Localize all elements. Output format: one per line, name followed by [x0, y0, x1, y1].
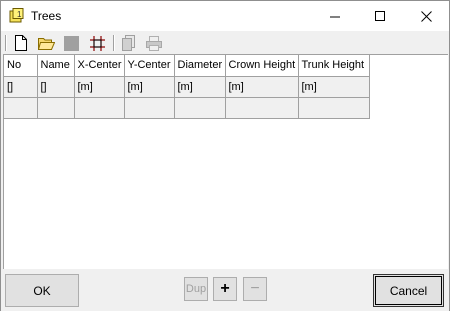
column-header-trunk-height[interactable]: Trunk Height — [298, 55, 370, 77]
trees-dialog: 1 Trees No Name X-Center Y-Center Diamet… — [0, 0, 450, 311]
app-icon: 1 — [9, 8, 24, 23]
minimize-button[interactable] — [313, 1, 358, 31]
trees-grid[interactable]: No Name X-Center Y-Center Diameter Crown… — [3, 54, 448, 270]
window-title: Trees — [31, 9, 62, 23]
grid-cell[interactable] — [225, 97, 299, 119]
save-button[interactable] — [61, 34, 81, 52]
cancel-button[interactable]: Cancel — [373, 274, 444, 307]
maximize-icon — [375, 10, 385, 21]
grid-button[interactable] — [87, 34, 107, 52]
column-header-diameter[interactable]: Diameter — [174, 55, 226, 77]
column-header-x-center[interactable]: X-Center — [74, 55, 125, 77]
grid-cell[interactable] — [74, 97, 125, 119]
close-button[interactable] — [404, 1, 449, 31]
column-header-crown-height[interactable]: Crown Height — [225, 55, 299, 77]
open-button[interactable] — [36, 34, 56, 52]
grid-cell[interactable] — [174, 97, 226, 119]
maximize-button[interactable] — [358, 1, 403, 31]
grid-cell[interactable] — [37, 97, 75, 119]
trees-table: No Name X-Center Y-Center Diameter Crown… — [4, 55, 370, 119]
unit-cell: [m] — [298, 76, 370, 98]
toolbar — [1, 32, 449, 54]
column-header-y-center[interactable]: Y-Center — [124, 55, 175, 77]
print-button[interactable] — [144, 34, 164, 52]
minimize-icon — [330, 16, 340, 17]
unit-cell: [m] — [174, 76, 226, 98]
column-header-name[interactable]: Name — [37, 55, 75, 77]
copy-icon-disabled — [121, 35, 135, 51]
grid-cell[interactable] — [298, 97, 370, 119]
ok-button[interactable]: OK — [5, 274, 79, 307]
toolbar-separator — [113, 35, 115, 51]
unit-cell: [m] — [225, 76, 299, 98]
empty-row[interactable] — [4, 97, 370, 119]
toolbar-separator — [5, 35, 7, 51]
grid-icon — [89, 35, 105, 51]
units-row: [] [] [m] [m] [m] [m] [m] — [4, 76, 370, 98]
open-folder-icon — [37, 38, 55, 50]
new-button[interactable] — [11, 34, 31, 52]
remove-row-button[interactable]: − — [243, 277, 267, 301]
column-header-no[interactable]: No — [4, 55, 38, 77]
header-row: No Name X-Center Y-Center Diameter Crown… — [4, 55, 370, 77]
svg-text:1: 1 — [17, 10, 22, 19]
title-bar: 1 Trees — [1, 1, 449, 31]
button-bar: OK Dup + − Cancel — [1, 269, 449, 311]
unit-cell: [m] — [124, 76, 175, 98]
close-icon — [421, 10, 432, 22]
unit-cell: [m] — [74, 76, 125, 98]
unit-cell: [] — [37, 76, 75, 98]
unit-cell: [] — [4, 76, 38, 98]
copy-button[interactable] — [119, 34, 139, 52]
add-row-button[interactable]: + — [213, 277, 237, 301]
new-file-icon — [15, 35, 27, 51]
duplicate-button[interactable]: Dup — [184, 277, 208, 301]
save-icon-disabled — [63, 35, 79, 51]
print-icon-disabled — [146, 35, 162, 51]
grid-cell[interactable] — [4, 97, 38, 119]
grid-cell[interactable] — [124, 97, 175, 119]
